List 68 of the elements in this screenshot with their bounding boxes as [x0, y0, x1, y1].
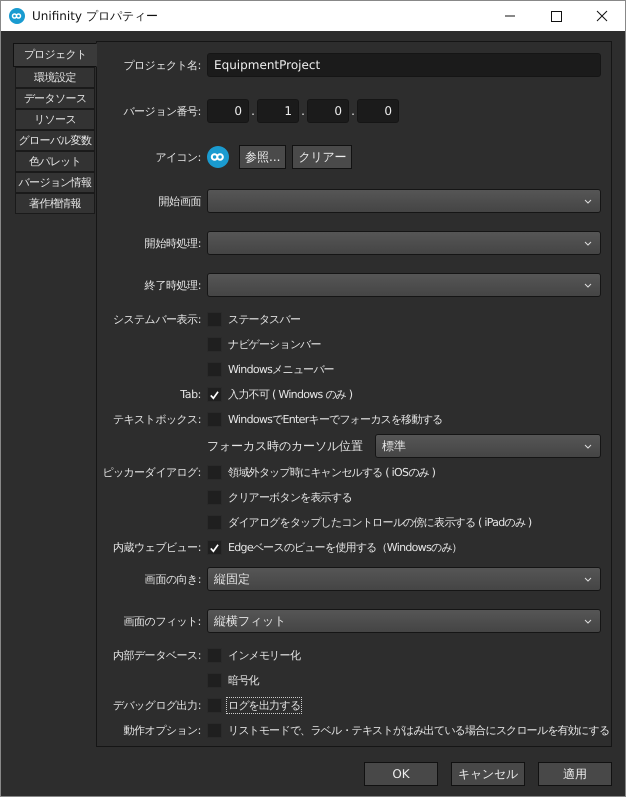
chevron-down-icon — [584, 282, 592, 288]
field-label: テキストボックス: — [112, 412, 201, 428]
chevron-down-icon — [584, 198, 592, 204]
chevron-down-icon — [584, 444, 592, 448]
checkbox-label[interactable]: ナビゲーションバー — [226, 336, 323, 353]
icon-button[interactable]: クリアー — [292, 145, 352, 169]
checkbox-label[interactable]: WindowsでEnterキーでフォーカスを移動する — [226, 411, 444, 428]
field-label: ピッカーダイアログ: — [101, 465, 201, 481]
dropdown[interactable] — [207, 189, 601, 213]
checkbox-label[interactable]: リストモードで、ラベル・テキストがはみ出ている場合にスクロールを有効にする — [226, 722, 612, 739]
version-separator: . — [300, 104, 306, 118]
checkbox-label[interactable]: 入力不可 ( Windows のみ ) — [226, 386, 354, 403]
tab[interactable]: データソース — [15, 88, 95, 109]
field-label: フォーカス時のカーソル位置 — [207, 438, 363, 454]
app-logo-icon — [9, 8, 25, 24]
icon-button[interactable]: 参照... — [239, 145, 286, 169]
tab[interactable]: プロジェクト — [13, 43, 97, 67]
tab[interactable]: 色パレット — [15, 151, 95, 172]
field-label: 開始画面 — [158, 194, 201, 208]
dropdown[interactable]: 縦横フィット — [207, 609, 601, 633]
field-label: 開始時処理: — [144, 236, 201, 250]
checkbox[interactable] — [207, 540, 222, 555]
chevron-down-icon — [584, 576, 592, 582]
tab[interactable]: バージョン情報 — [15, 172, 95, 193]
field-label: 画面の向き: — [144, 572, 201, 586]
field-label: システムバー表示: — [112, 312, 201, 328]
field-label: 終了時処理: — [144, 278, 201, 292]
tab[interactable]: 著作権情報 — [15, 193, 95, 214]
version-field[interactable]: 0 — [307, 99, 349, 123]
dialog-button[interactable]: 適用 — [538, 762, 612, 786]
version-field[interactable]: 1 — [257, 99, 299, 123]
checkbox-label[interactable]: クリアーボタンを表示する — [226, 489, 354, 506]
field-label: アイコン: — [154, 150, 201, 164]
version-separator: . — [250, 104, 256, 118]
project-name-field[interactable]: EquipmentProject — [207, 53, 601, 77]
field-label: 内部データベース: — [112, 648, 201, 664]
tab[interactable]: グローバル変数 — [15, 130, 95, 151]
app-logo-icon — [207, 146, 229, 168]
checkbox-label[interactable]: ステータスバー — [226, 311, 302, 328]
version-field[interactable]: 0 — [357, 99, 399, 123]
field-label: 内蔵ウェブビュー: — [112, 540, 201, 556]
dialog-button[interactable]: OK — [364, 762, 438, 786]
checkbox[interactable] — [207, 387, 222, 402]
tab[interactable]: 環境設定 — [15, 67, 95, 88]
checkbox-label[interactable]: ダイアログをタップしたコントロールの傍に表示する ( iPadのみ ) — [226, 514, 534, 531]
field-label: 画面のフィット: — [122, 614, 201, 628]
checkbox-label[interactable]: 暗号化 — [226, 672, 261, 689]
checkbox-label[interactable]: インメモリー化 — [226, 647, 302, 664]
chevron-down-icon — [584, 240, 592, 246]
field-label: バージョン番号: — [122, 104, 201, 118]
dropdown[interactable]: 縦固定 — [207, 567, 601, 591]
dropdown[interactable] — [207, 273, 601, 297]
dropdown[interactable] — [207, 231, 601, 255]
checkbox-label[interactable]: ログを出力する — [226, 697, 302, 714]
version-field[interactable]: 0 — [207, 99, 249, 123]
version-separator: . — [350, 104, 356, 118]
field-label: プロジェクト名: — [122, 58, 201, 72]
checkbox-label[interactable]: Windowsメニューバー — [226, 361, 336, 378]
tab[interactable]: リソース — [15, 109, 95, 130]
window-title: Unifinity プロパティー — [32, 8, 159, 24]
chevron-down-icon — [584, 618, 592, 624]
field-label: デバッグログ出力: — [112, 698, 201, 714]
checkbox-label[interactable]: Edgeベースのビューを使用する（Windowsのみ） — [226, 539, 464, 556]
dialog-button[interactable]: キャンセル — [451, 762, 525, 786]
field-label: 動作オプション: — [122, 723, 201, 739]
field-label: Tab: — [179, 387, 201, 403]
checkbox-label[interactable]: 領域外タップ時にキャンセルする ( iOSのみ ) — [226, 464, 438, 481]
dropdown[interactable]: 標準 — [375, 434, 601, 458]
